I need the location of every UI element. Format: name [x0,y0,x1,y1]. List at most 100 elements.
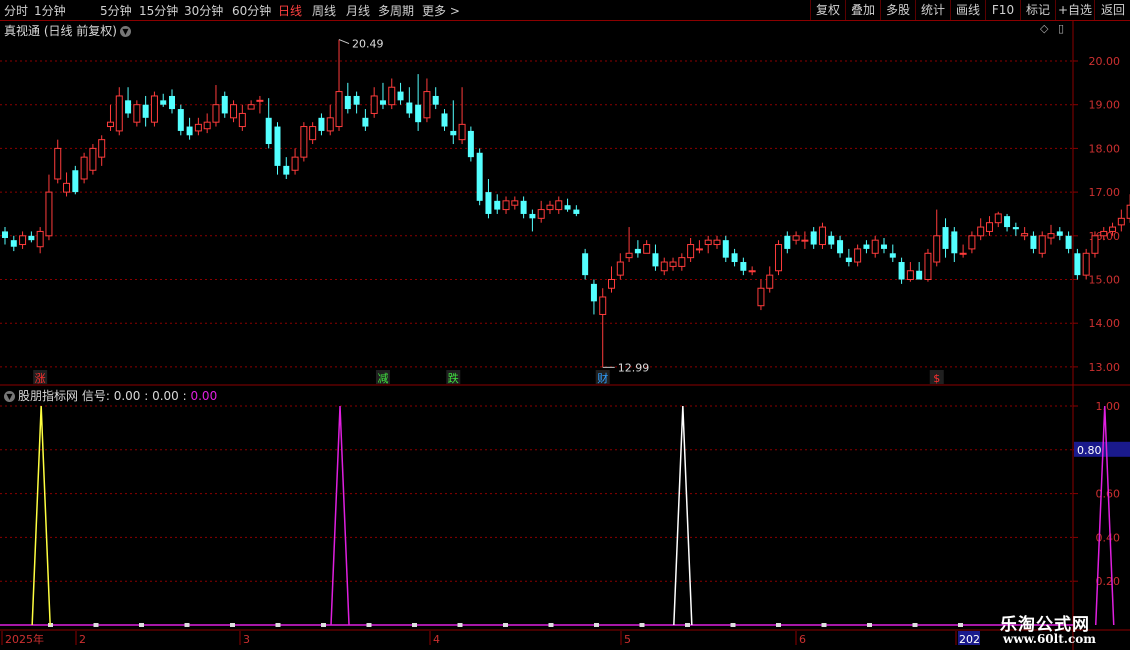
candle [335,39,343,131]
candle-body [625,252,633,259]
candle-body [687,244,695,259]
candle-body [1056,231,1063,236]
candle-body [265,117,272,145]
chevron-down-icon[interactable]: ▼ [120,26,131,37]
candle [36,227,44,254]
candle-body [256,99,264,102]
candle [704,235,712,254]
candle-body [335,91,343,128]
candle [731,248,738,267]
candle-body [590,283,597,302]
candle [608,266,616,293]
candle-body [125,100,132,114]
candle [1038,231,1046,258]
candle [757,279,765,311]
candle-body [757,287,765,307]
candle [10,235,17,252]
main-chart-title[interactable]: 真视通 (日线 前复权) ▼ [4,22,131,39]
candle-body [485,192,492,214]
baseline-dot [730,623,736,627]
cursor-value-label: 0.80 [1077,444,1102,457]
candle [968,231,976,254]
event-marker: 涨 [35,372,46,385]
candle-body [397,91,404,101]
candle-body [652,253,659,267]
candle [678,253,686,271]
candle [520,196,527,219]
stock-title: 真视通 (日线 前复权) [4,24,117,38]
candle [362,109,369,131]
candle [1091,231,1099,258]
event-marker: $ [933,372,940,385]
candle [502,196,510,214]
signal-spike [673,405,693,626]
kline-chart[interactable]: 20.0019.0018.0017.0016.0015.0014.0013.00… [0,0,1130,650]
candle [450,100,457,145]
candle [98,135,106,166]
candle-body [476,152,483,201]
candle-body [230,104,238,119]
diamond-icon[interactable]: ◇ [1040,22,1048,35]
candle-body [406,102,413,114]
candle [194,117,202,136]
price-tick-label: 20.00 [1089,55,1121,68]
candle-body [1082,252,1090,276]
candle [19,231,27,249]
candle-body [555,200,563,211]
candle [573,205,580,217]
candle [933,209,941,267]
signal-spike [1095,405,1115,626]
candle-body [98,139,106,158]
baseline-dot [594,623,599,627]
candle [274,122,281,175]
time-axis-label: 2 [79,633,86,646]
candle [89,144,97,175]
candle-body [818,226,826,246]
candle-body [660,261,668,272]
candle [291,148,299,175]
candle [555,196,563,214]
candle [238,104,246,131]
baseline-dot [867,623,872,627]
candle-body [186,126,193,136]
candle [406,87,413,118]
candle [951,227,958,263]
candle [994,211,1002,228]
candle-body [871,239,879,254]
candle-body [423,91,431,119]
candle-body [458,123,466,141]
candle [353,91,360,114]
candle [1030,231,1037,254]
candle-body [36,230,44,248]
event-marker: 财 [597,371,608,385]
chevron-down-icon[interactable]: ▼ [4,391,15,402]
window-icon[interactable]: ▯ [1058,22,1064,35]
candle-body [616,261,624,276]
baseline-dot [639,623,645,627]
candle [344,82,351,114]
candle-body [150,95,158,123]
candle [415,74,422,131]
candle [652,244,659,271]
candle [599,288,607,368]
time-axis-label: 3 [243,633,250,646]
candle [125,87,132,118]
event-marker: 跌 [448,371,459,385]
candle-body [546,204,554,211]
candle [889,244,896,263]
candle-body [634,248,641,254]
candle [845,248,852,267]
candle [230,100,238,123]
candle [1004,213,1011,232]
candle-body [10,240,17,247]
candle-body [160,100,167,105]
candle [766,266,774,293]
indicator-title[interactable]: ▼ 股朋指标网 信号: 0.00 : 0.00 : 0.00 [4,387,217,404]
candle [863,240,870,254]
candle-body [72,170,79,193]
price-tick-label: 18.00 [1089,142,1121,155]
candle-body [1117,217,1125,226]
candle-body [80,156,88,180]
panel-controls: ◇ ▯ [1040,22,1064,35]
candle-body [19,235,27,246]
